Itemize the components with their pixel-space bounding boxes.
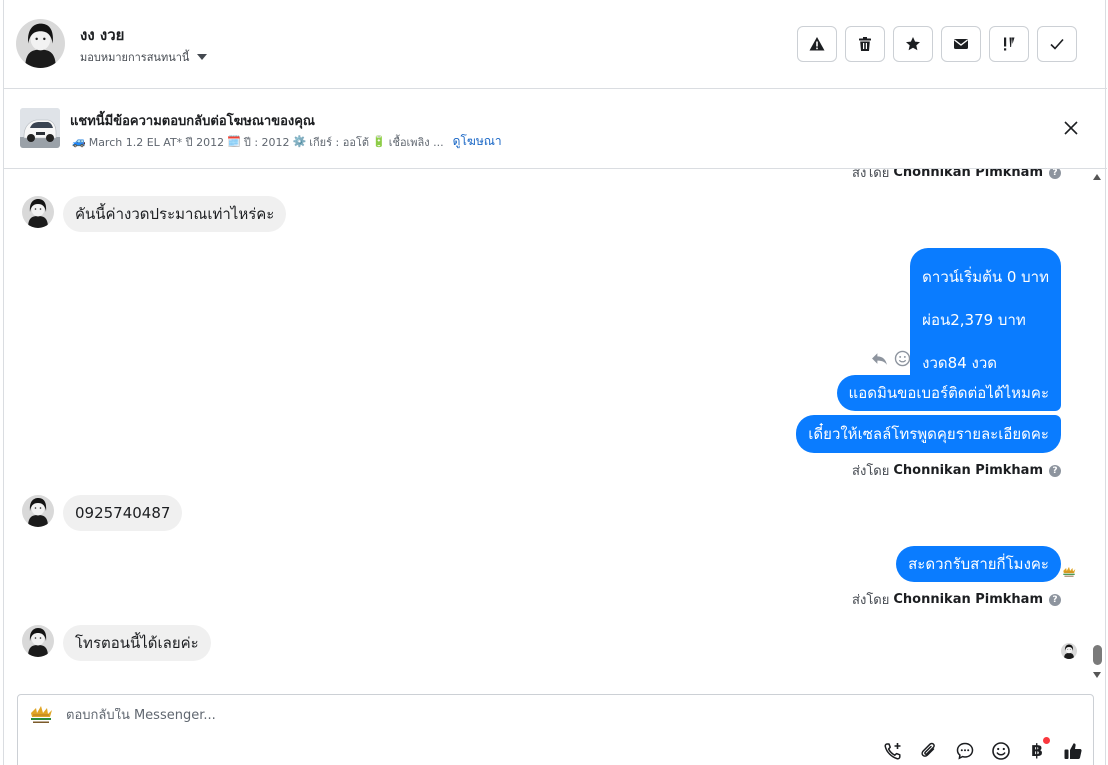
reply-icon[interactable] (871, 350, 888, 367)
seen-indicator-avatar (1061, 643, 1077, 659)
star-icon (906, 37, 920, 51)
payment-button[interactable]: ฿ (1027, 737, 1050, 761)
star-button[interactable] (893, 26, 933, 62)
contact-photo (22, 196, 54, 228)
call-button[interactable] (883, 741, 903, 761)
incoming-message[interactable]: 0925740487 (63, 495, 183, 531)
sent-by-label: ส่งโดย Chonnikan Pimkham ? (852, 169, 1061, 183)
contact-name[interactable]: งง งวย (80, 23, 124, 47)
saved-reply-icon (956, 742, 974, 760)
conversation-header: งง งวย มอบหมายการสนทนานี้ (4, 0, 1107, 89)
ad-reply-banner: แชทนี้มีข้อความตอบกลับต่อโฆษณาของคุณ 🚙 M… (4, 89, 1107, 169)
assign-conversation-dropdown[interactable]: มอบหมายการสนทนานี้ (80, 48, 208, 66)
send-like-button[interactable] (1063, 741, 1083, 761)
thumbs-up-icon (1064, 743, 1082, 759)
trash-icon (859, 37, 871, 51)
envelope-icon (954, 39, 968, 49)
scroll-up-arrow-icon[interactable] (1093, 174, 1101, 180)
emoji-button[interactable] (991, 741, 1011, 761)
ad-reply-title: แชทนี้มีข้อความตอบกลับต่อโฆษณาของคุณ (70, 114, 315, 129)
contact-avatar-small[interactable] (22, 196, 54, 228)
message-list[interactable]: ส่งโดย Chonnikan Pimkham ? คันนี้ค่างวดป… (4, 169, 1107, 689)
warning-icon (809, 37, 825, 51)
view-ad-link[interactable]: ดูโฆษณา (453, 132, 502, 151)
help-icon[interactable]: ? (1049, 593, 1061, 606)
delete-button[interactable] (845, 26, 885, 62)
car-emoji: 🚙 (72, 135, 86, 148)
chat-panel: งง งวย มอบหมายการสนทนานี้ แชทนี้มีข้อควา… (3, 0, 1107, 765)
battery-emoji: 🔋 (372, 135, 386, 148)
gear-emoji: ⚙️ (292, 135, 307, 148)
incoming-message[interactable]: โทรตอนนี้ได้เลยค่ะ (63, 625, 211, 661)
outgoing-message[interactable]: แอดมินขอเบอร์ติดต่อได้ไหมคะ (836, 375, 1061, 411)
composer-tools: ฿ (883, 737, 1083, 761)
scroll-down-arrow-icon[interactable] (1093, 672, 1101, 678)
agent-name: Chonnikan Pimkham (893, 169, 1043, 180)
page-logo-icon (1061, 564, 1077, 580)
caret-down-icon (197, 54, 208, 60)
sent-by-prefix: ส่งโดย (852, 593, 890, 608)
ad-gear: เกียร์ : ออโต้ (309, 135, 370, 149)
car-image (20, 108, 60, 148)
contact-avatar[interactable] (16, 19, 65, 68)
contact-photo (16, 19, 65, 68)
contact-photo (22, 625, 54, 657)
phone-plus-icon (884, 743, 901, 760)
sent-by-label: ส่งโดย Chonnikan Pimkham ? (852, 460, 1061, 481)
mark-done-button[interactable] (1037, 26, 1077, 62)
page-logo-icon (27, 704, 55, 726)
emoji-icon (992, 742, 1010, 760)
check-icon (1050, 38, 1064, 50)
follow-up-button[interactable] (989, 26, 1029, 62)
calendar-emoji: 🗓️ (227, 135, 241, 148)
react-emoji-icon[interactable] (894, 350, 911, 367)
sent-by-label: ส่งโดย Chonnikan Pimkham ? (852, 589, 1061, 610)
attach-file-button[interactable] (919, 741, 939, 761)
incoming-message[interactable]: คันนี้ค่างวดประมาณเท่าไหร่คะ (63, 196, 287, 232)
message-actions (871, 350, 911, 367)
contact-photo (1061, 643, 1077, 659)
contact-avatar-small[interactable] (22, 625, 54, 657)
outgoing-message[interactable]: สะดวกรับสายกี่โมงคะ (896, 546, 1061, 582)
contact-photo (22, 495, 54, 527)
outgoing-message-block[interactable]: ดาวน์เริ่มต้น 0 บาท ผ่อน2,379 บาท งวด84 … (910, 248, 1061, 393)
message-line: ผ่อน2,379 บาท (922, 311, 1026, 329)
reply-composer: ฿ (17, 694, 1094, 765)
outgoing-message[interactable]: เดี๋ยวให้เซลล์โทรพูดคุยรายละเอียดคะ (796, 415, 1061, 453)
agent-name: Chonnikan Pimkham (893, 463, 1043, 478)
contact-avatar-small[interactable] (22, 495, 54, 527)
mark-unread-button[interactable] (941, 26, 981, 62)
ad-details: 🚙 March 1.2 EL AT* ปี 2012 🗓️ ปี : 2012 … (72, 132, 502, 151)
saved-replies-button[interactable] (955, 741, 975, 761)
ad-model: March 1.2 EL AT* ปี 2012 (88, 135, 225, 149)
close-icon[interactable] (1063, 120, 1079, 136)
scrollbar-thumb[interactable] (1093, 645, 1102, 665)
sent-by-prefix: ส่งโดย (852, 169, 890, 181)
sent-by-prefix: ส่งโดย (852, 464, 890, 479)
message-line: ดาวน์เริ่มต้น 0 บาท (922, 268, 1049, 286)
header-actions (797, 26, 1077, 62)
help-icon[interactable]: ? (1049, 464, 1061, 477)
ad-year: ปี : 2012 (243, 135, 290, 149)
assign-label: มอบหมายการสนทนานี้ (80, 51, 190, 64)
reply-input[interactable] (66, 708, 666, 723)
baht-icon: ฿ (1031, 741, 1043, 761)
mark-spam-button[interactable] (797, 26, 837, 62)
ad-car-thumbnail[interactable] (20, 108, 60, 148)
agent-name: Chonnikan Pimkham (893, 592, 1043, 607)
help-icon[interactable]: ? (1049, 169, 1061, 179)
paperclip-icon (921, 742, 935, 757)
follow-up-icon (1004, 37, 1015, 51)
ad-fuel: เชื้อเพลิง ... (388, 135, 444, 149)
notification-dot (1043, 737, 1050, 744)
